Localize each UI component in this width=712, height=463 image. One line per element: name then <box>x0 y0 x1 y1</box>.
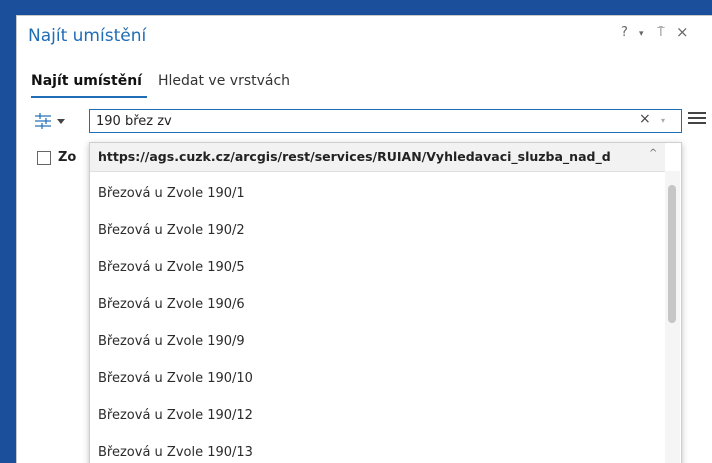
suggestion-item[interactable]: Březová u Zvole 190/9 <box>98 334 245 349</box>
suggestion-item[interactable]: Březová u Zvole 190/2 <box>98 223 245 238</box>
close-icon[interactable]: × <box>676 23 689 41</box>
sliders-icon <box>35 113 65 129</box>
hamburger-menu-icon[interactable] <box>688 112 706 126</box>
pane-options-icon[interactable]: ▾ <box>639 29 644 39</box>
suggestion-item[interactable]: Březová u Zvole 190/13 <box>98 445 253 460</box>
zoom-to-checkbox[interactable] <box>37 151 51 165</box>
chevron-down-icon[interactable]: ▾ <box>661 116 665 125</box>
pane-title: Najít umístění <box>28 26 147 46</box>
tab-search-layers[interactable]: Hledat ve vrstvách <box>158 73 290 89</box>
tab-find-location[interactable]: Najít umístění <box>31 73 142 89</box>
suggestion-item[interactable]: Březová u Zvole 190/12 <box>98 408 253 423</box>
help-icon[interactable]: ? <box>621 25 628 40</box>
suggestion-item[interactable]: Březová u Zvole 190/6 <box>98 297 245 312</box>
scrollbar-thumb[interactable] <box>668 185 676 323</box>
search-input[interactable] <box>96 112 616 130</box>
search-box: × ▾ <box>89 109 682 133</box>
collapse-icon[interactable]: ^ <box>649 148 657 159</box>
active-tab-indicator <box>31 96 147 98</box>
locator-source-url: https://ags.cuzk.cz/arcgis/rest/services… <box>98 149 611 164</box>
zoom-to-label: Zo <box>58 150 77 165</box>
suggestions-dropdown: https://ags.cuzk.cz/arcgis/rest/services… <box>89 142 682 463</box>
filter-button[interactable] <box>33 111 73 131</box>
locator-source-header: https://ags.cuzk.cz/arcgis/rest/services… <box>90 143 665 172</box>
clear-search-icon[interactable]: × <box>639 111 651 127</box>
suggestion-item[interactable]: Březová u Zvole 190/1 <box>98 186 245 201</box>
pin-icon[interactable]: ⍑ <box>657 25 665 40</box>
scrollbar[interactable] <box>665 171 680 463</box>
suggestion-item[interactable]: Březová u Zvole 190/5 <box>98 260 245 275</box>
suggestion-item[interactable]: Březová u Zvole 190/10 <box>98 371 253 386</box>
locate-pane: Najít umístění ? ▾ ⍑ × Najít umístění Hl… <box>16 15 712 463</box>
